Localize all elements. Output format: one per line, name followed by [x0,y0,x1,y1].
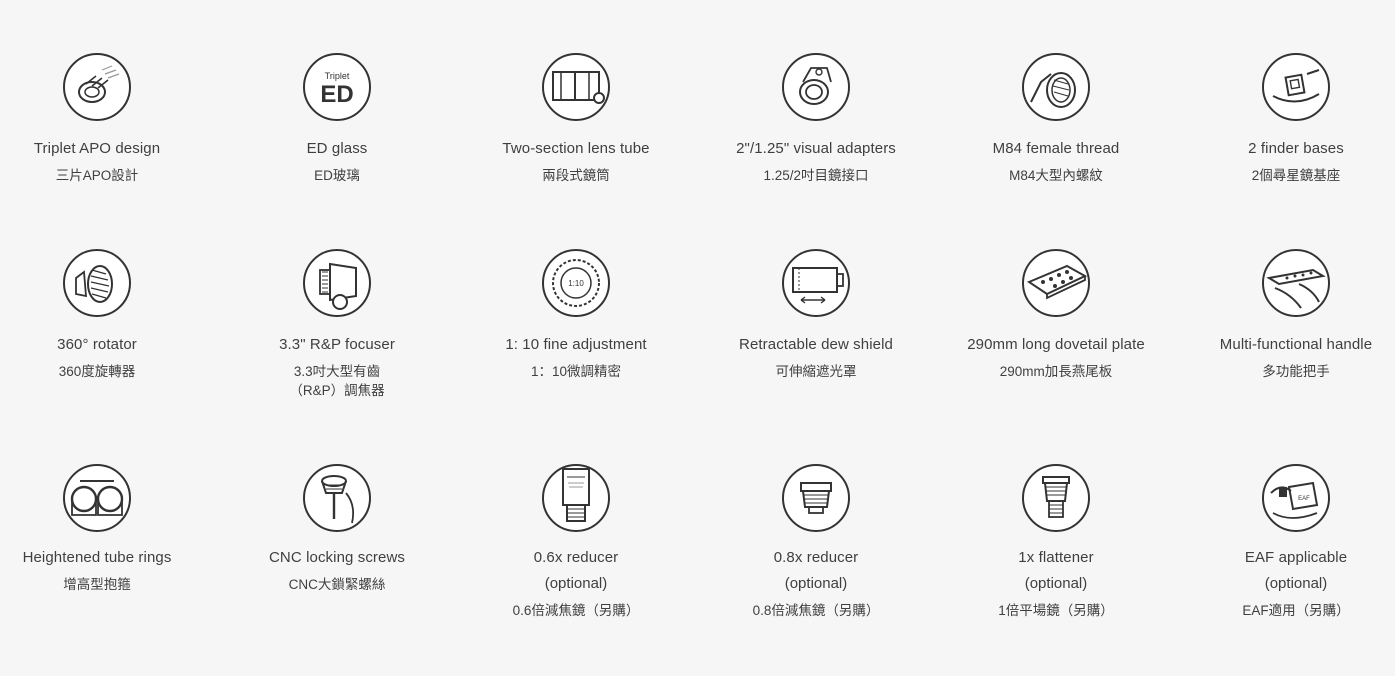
ed-icon-text-top: Triplet [325,71,350,81]
feature-label-zh: 三片APO設計 [55,168,139,183]
locking-screw-icon [303,464,371,532]
feature-label-zh: 290mm加長燕尾板 [999,364,1113,379]
feature-tube-rings: Heightened tube rings 增高型抱箍 [0,463,212,594]
feature-label-en: 0.8x reducer [773,549,859,566]
feature-reducer-08: 0.8x reducer (optional) 0.8倍減焦鏡（另購） [701,463,931,620]
feature-label-en: ED glass [306,140,368,157]
feature-optional-label: (optional) [784,575,848,592]
feature-label-zh: 多功能把手 [1262,364,1330,379]
handle-icon [1262,249,1330,317]
reducer-08-icon [782,464,850,532]
feature-handle: Multi-functional handle 多功能把手 [1181,248,1395,381]
focuser-icon [303,249,371,317]
feature-label-zh: 1：10微調精密 [530,364,622,379]
feature-label-en: Two-section lens tube [502,140,650,157]
feature-label-zh: ED玻璃 [314,168,360,183]
feature-label-zh: 1.25/2吋目鏡接口 [763,168,869,183]
feature-visual-adapters: 2"/1.25" visual adapters 1.25/2吋目鏡接口 [701,52,931,185]
feature-label-zh: 1倍平場鏡（另購） [998,603,1114,618]
feature-flattener: 1x flattener (optional) 1倍平場鏡（另購） [941,463,1171,620]
feature-ed-glass: Triplet ED ED glass ED玻璃 [222,52,452,185]
feature-label-en: M84 female thread [992,140,1120,157]
reducer-06-icon [542,464,610,532]
feature-label-en: 360° rotator [57,336,137,353]
visual-adapter-icon [782,53,850,121]
feature-label-zh: 3.3吋大型有齒 [293,364,381,379]
feature-label-en: CNC locking screws [269,549,405,566]
feature-label-en: Multi-functional handle [1219,336,1373,353]
feature-locking-screws: CNC locking screws CNC大鎖緊螺絲 [222,463,452,594]
feature-dew-shield: Retractable dew shield 可伸縮遮光罩 [701,248,931,381]
ed-glass-icon: Triplet ED [303,53,371,121]
feature-focuser: 3.3" R&P focuser 3.3吋大型有齒 （R&P）調焦器 [222,248,452,400]
feature-rotator: 360° rotator 360度旋轉器 [0,248,212,381]
fine-adjustment-icon: 1:10 [542,249,610,317]
ed-icon-text-main: ED [320,81,353,108]
feature-optional-label: (optional) [1024,575,1088,592]
feature-reducer-06: 0.6x reducer (optional) 0.6倍減焦鏡（另購） [461,463,691,620]
feature-dovetail-plate: 290mm long dovetail plate 290mm加長燕尾板 [941,248,1171,381]
feature-label-zh: 360度旋轉器 [58,364,136,379]
feature-triplet-apo: Triplet APO design 三片APO設計 [0,52,212,185]
eaf-icon-text: EAF [1298,496,1310,502]
feature-lens-tube: Two-section lens tube 兩段式鏡筒 [461,52,691,185]
flattener-icon [1022,464,1090,532]
feature-label-zh: 2個尋星鏡基座 [1251,168,1341,183]
feature-label-zh: EAF適用（另購） [1242,603,1350,618]
fine-adjust-icon-text: 1:10 [568,279,584,288]
feature-label-en: EAF applicable [1244,549,1348,566]
feature-optional-label: (optional) [544,575,608,592]
feature-finder-bases: 2 finder bases 2個尋星鏡基座 [1181,52,1395,185]
dew-shield-icon [782,249,850,317]
feature-label-en: 2 finder bases [1248,140,1344,157]
feature-label-zh: 0.6倍減焦鏡（另購） [512,603,640,618]
feature-label-en: Retractable dew shield [739,336,893,353]
feature-label-en: 2"/1.25" visual adapters [736,140,896,157]
rotator-icon [63,249,131,317]
feature-female-thread: M84 female thread M84大型內螺紋 [941,52,1171,185]
finder-base-icon [1262,53,1330,121]
feature-optional-label: (optional) [1264,575,1328,592]
feature-label-en: 290mm long dovetail plate [967,336,1145,353]
feature-grid: Triplet APO design 三片APO設計 Triplet ED ED… [0,0,1395,676]
feature-label-en: 0.6x reducer [533,549,619,566]
feature-label-zh: M84大型內螺紋 [1009,168,1103,183]
feature-label-en: 1x flattener [1018,549,1094,566]
feature-label-en: 3.3" R&P focuser [279,336,395,353]
eaf-icon: EAF [1262,464,1330,532]
triplet-lens-icon [63,53,131,121]
feature-label-en: 1: 10 fine adjustment [505,336,647,353]
feature-label-zh: CNC大鎖緊螺絲 [288,577,386,592]
feature-label-zh: 兩段式鏡筒 [542,168,610,183]
feature-label-zh: 增高型抱箍 [63,577,131,592]
lens-tube-icon [542,53,610,121]
feature-label-zh: 0.8倍減焦鏡（另購） [752,603,880,618]
tube-rings-icon [63,464,131,532]
feature-label-en: Triplet APO design [33,140,161,157]
feature-label-en: Heightened tube rings [22,549,172,566]
feature-eaf: EAF EAF applicable (optional) EAF適用（另購） [1181,463,1395,620]
dovetail-plate-icon [1022,249,1090,317]
female-thread-icon [1022,53,1090,121]
feature-label-zh: 可伸縮遮光罩 [775,364,857,379]
feature-fine-adjustment: 1:10 1: 10 fine adjustment 1：10微調精密 [461,248,691,381]
feature-label-zh-line2: （R&P）調焦器 [289,383,385,398]
